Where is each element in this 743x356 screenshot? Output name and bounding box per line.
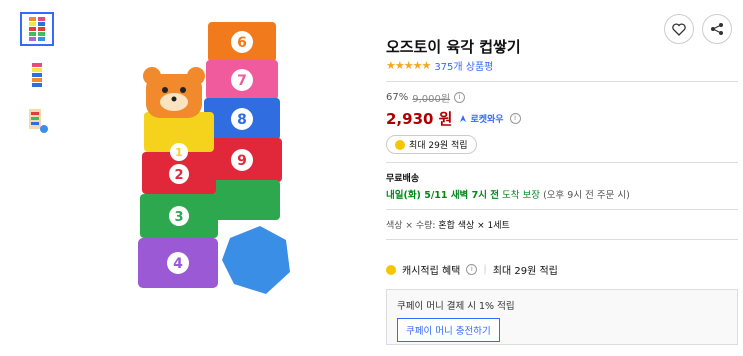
thumbnail-1[interactable] <box>20 12 54 46</box>
option-value: 혼합 색상 × 1세트 <box>438 221 510 231</box>
star-rating-icon: ★★★★★ <box>386 59 431 72</box>
cash-reward-label: 캐시적립 혜택 <box>402 266 461 277</box>
cup-number-8: 8 <box>237 112 247 128</box>
share-icon <box>711 23 723 35</box>
option-key: 색상 × 수량 <box>386 221 433 231</box>
price-row: 2,930 원 로켓와우 i <box>386 108 738 129</box>
reward-badge: 최대 29원 적립 <box>386 135 477 154</box>
cup-number-7: 7 <box>237 73 247 89</box>
cup-number-6: 6 <box>237 35 247 51</box>
discount-row: 67% 9,000원 i <box>386 90 738 105</box>
coupay-box: 쿠페이 머니 결제 시 1% 적립 쿠페이 머니 충전하기 <box>386 289 738 345</box>
cup-number-3: 3 <box>174 210 183 225</box>
share-button[interactable] <box>702 14 732 44</box>
heart-icon <box>672 22 686 36</box>
sale-price: 2,930 원 <box>386 110 453 128</box>
rating-row[interactable]: ★★★★★ 375개 상품평 <box>386 58 738 73</box>
cup-number-1: 1 <box>175 146 183 159</box>
delivery-date: 내일(화) 5/11 새벽 7시 전 <box>386 190 500 201</box>
thumbnail-list <box>20 12 56 150</box>
divider <box>386 239 738 240</box>
cup-number-2: 2 <box>174 168 183 183</box>
coupay-text: 쿠페이 머니 결제 시 1% 적립 <box>397 301 515 312</box>
review-count-link[interactable]: 375개 상품평 <box>434 58 493 73</box>
delivery-note: (오후 9시 전 주문 시) <box>543 190 630 201</box>
action-buttons <box>664 14 732 44</box>
thumbnail-2[interactable] <box>20 58 54 92</box>
rocket-info-icon[interactable]: i <box>509 113 521 124</box>
product-info-panel: 오즈토이 육각 컵쌓기 ★★★★★ 375개 상품평 67% 9,000원 i … <box>386 14 738 345</box>
thumbnail-1-image <box>29 17 45 41</box>
wishlist-button[interactable] <box>664 14 694 44</box>
divider <box>386 162 738 163</box>
tipped-blue-cup <box>222 226 290 294</box>
separator: | <box>483 264 487 275</box>
cash-reward-value: 최대 29원 적립 <box>492 266 558 277</box>
thumbnail-2-image <box>32 63 42 87</box>
cup-number-4: 4 <box>173 256 183 272</box>
shipping-row: 내일(화) 5/11 새벽 7시 전 도착 보장 (오후 9시 전 주문 시) <box>386 187 738 201</box>
product-image: 6 7 8 9 1 2 3 4 <box>138 22 290 294</box>
thumbnail-3-image <box>29 109 48 133</box>
cash-reward-row: 캐시적립 혜택 i | 최대 29원 적립 <box>386 262 738 277</box>
cash-info-icon[interactable]: i <box>466 264 478 275</box>
original-price: 9,000원 <box>412 94 451 105</box>
divider <box>386 209 738 210</box>
option-row: 색상 × 수량: 혼합 색상 × 1세트 <box>386 221 510 231</box>
coupay-charge-button[interactable]: 쿠페이 머니 충전하기 <box>397 318 500 342</box>
info-icon[interactable]: i <box>454 92 466 103</box>
rocket-wow-badge: 로켓와우 <box>458 112 504 125</box>
thumbnail-3[interactable] <box>20 104 54 138</box>
discount-rate: 67% <box>386 92 409 103</box>
rocket-icon <box>460 114 467 122</box>
divider <box>386 81 738 82</box>
cash-coin-icon <box>386 264 396 275</box>
rocket-wow-label: 로켓와우 <box>470 115 504 125</box>
coin-icon <box>395 139 405 150</box>
reward-label: 최대 29원 적립 <box>409 141 468 151</box>
cup-number-9: 9 <box>237 153 247 169</box>
shipping-label: 무료배송 <box>386 174 420 184</box>
bear-cap <box>143 67 205 118</box>
delivery-guarantee: 도착 보장 <box>502 190 541 201</box>
